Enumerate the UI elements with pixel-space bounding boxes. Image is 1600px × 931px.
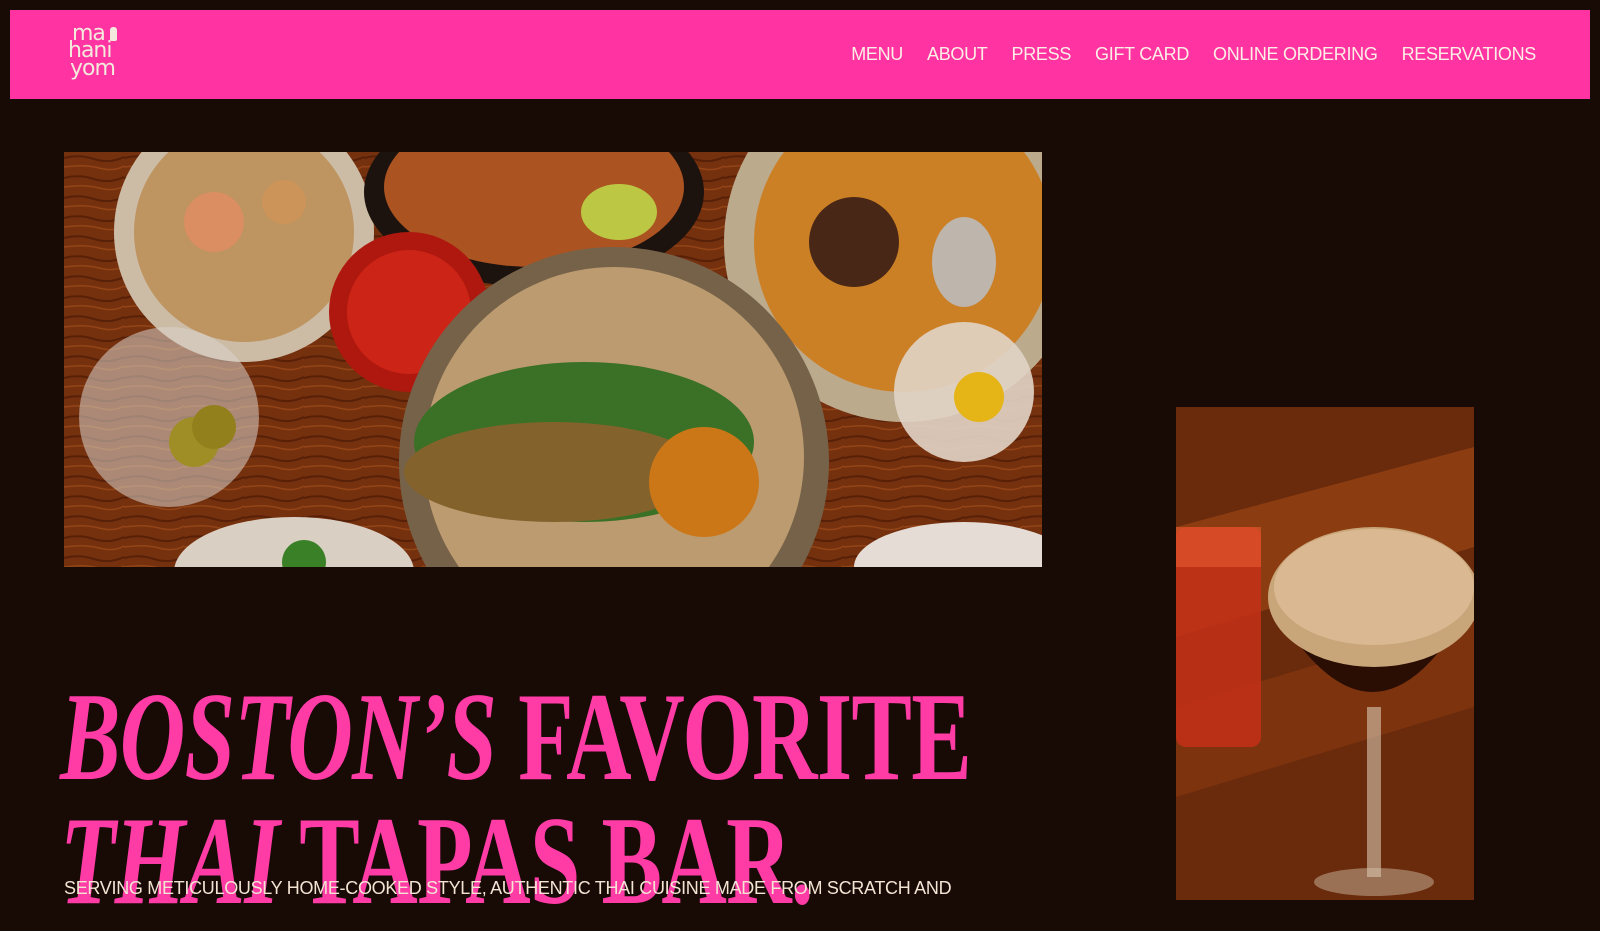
logo-bottle-icon (110, 27, 117, 41)
espresso-martini-illustration (1176, 407, 1474, 900)
nav-press-link[interactable]: PRESS (1012, 44, 1072, 65)
logo-text-yom: yom (70, 56, 116, 81)
hero-tagline: SERVING METICULOUSLY HOME-COOKED STYLE, … (64, 878, 952, 898)
headline-bostons: BOSTON’S (60, 668, 497, 808)
food-spread-photo (64, 152, 1042, 567)
headline-tapas-bar: TAPAS BAR. (299, 792, 813, 931)
nav-about-link[interactable]: ABOUT (927, 44, 988, 65)
headline-thai: THAI (60, 792, 280, 931)
headline-favorite: FAVORITE (518, 668, 972, 808)
top-navbar: ma hani yom MENU ABOUT PRESS GIFT CARD O… (10, 10, 1590, 99)
nav-reservations-link[interactable]: RESERVATIONS (1402, 44, 1537, 65)
food-spread-illustration (64, 152, 1042, 567)
headline-line-2: THAI TAPAS BAR. (60, 799, 814, 925)
espresso-martini-photo (1176, 407, 1474, 900)
nav-gift-card-link[interactable]: GIFT CARD (1095, 44, 1189, 65)
headline-line-1: BOSTON’S FAVORITE (60, 675, 972, 801)
main-nav: MENU ABOUT PRESS GIFT CARD ONLINE ORDERI… (851, 10, 1536, 99)
mahaniyom-logo[interactable]: ma hani yom (66, 22, 132, 86)
nav-menu-link[interactable]: MENU (851, 44, 903, 65)
nav-online-ordering-link[interactable]: ONLINE ORDERING (1213, 44, 1378, 65)
